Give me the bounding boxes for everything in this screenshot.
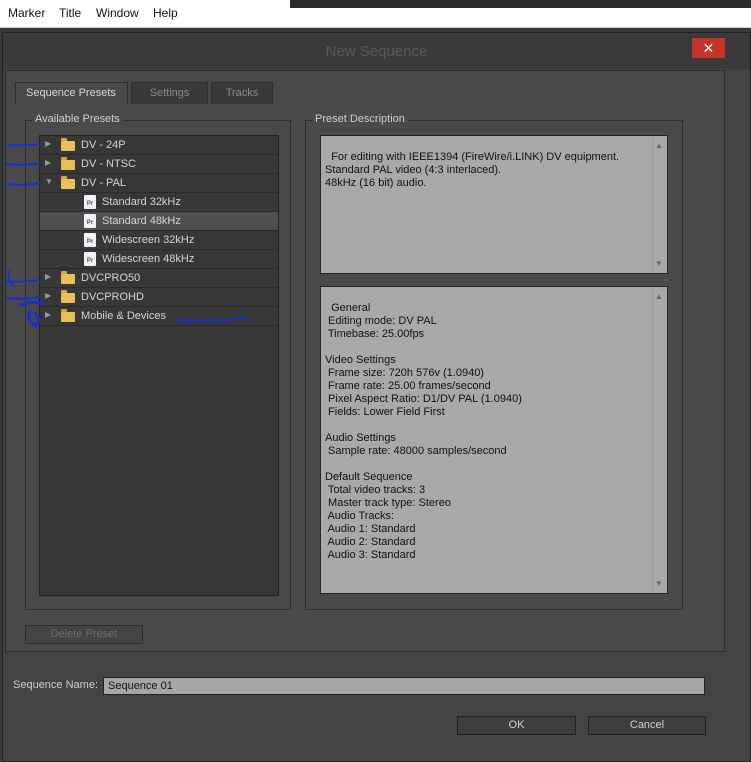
menu-help[interactable]: Help [153, 6, 178, 20]
tree-item-label: DV - 24P [81, 139, 126, 151]
tab-sequence-presets[interactable]: Sequence Presets [15, 82, 128, 104]
tree-item-label: Standard 32kHz [102, 196, 181, 208]
close-icon: ✕ [702, 40, 715, 56]
close-button[interactable]: ✕ [692, 38, 725, 58]
expand-arrow-icon[interactable]: ▶ [45, 139, 51, 148]
expand-arrow-icon[interactable]: ▶ [45, 158, 51, 167]
scroll-up-icon[interactable]: ▲ [655, 139, 663, 152]
folder-icon [61, 138, 75, 151]
scroll-down-icon[interactable]: ▼ [655, 257, 663, 270]
tree-item-label: DV - PAL [81, 177, 127, 189]
preset-description-label: Preset Description [312, 113, 408, 125]
tree-item-label: Standard 48kHz [102, 215, 181, 227]
tree-item-label: DVCPRO50 [81, 272, 141, 284]
tab-tracks[interactable]: Tracks [211, 82, 273, 104]
tree-item-label: Mobile & Devices [81, 310, 166, 322]
details-scrollbar[interactable]: ▲ ▼ [652, 288, 666, 592]
preset-file-icon: Pr [84, 233, 96, 247]
description-textbox[interactable]: For editing with IEEE1394 (FireWire/i.LI… [320, 135, 668, 274]
tree-preset-standard-32khz[interactable]: Pr Standard 32kHz [40, 193, 278, 212]
tab-settings[interactable]: Settings [131, 82, 208, 104]
tree-folder-mobile-devices[interactable]: ▶ Mobile & Devices [40, 307, 278, 326]
app-title-strip [290, 0, 751, 8]
menu-bar: Marker Title Window Help [0, 0, 751, 28]
expand-arrow-icon[interactable]: ▶ [45, 310, 51, 319]
menu-marker[interactable]: Marker [8, 6, 45, 20]
delete-preset-button[interactable]: Delete Preset [25, 625, 143, 644]
preset-file-icon: Pr [84, 252, 96, 266]
tree-item-label: DVCPROHD [81, 291, 144, 303]
expand-arrow-icon[interactable]: ▶ [45, 272, 51, 281]
menu-window[interactable]: Window [96, 6, 139, 20]
tree-item-label: Widescreen 48kHz [102, 253, 195, 265]
available-presets-label: Available Presets [32, 113, 123, 125]
tree-folder-dv-24p[interactable]: ▶ DV - 24P [40, 136, 278, 155]
preset-file-icon: Pr [84, 195, 96, 209]
scroll-down-icon[interactable]: ▼ [655, 577, 663, 590]
scroll-up-icon[interactable]: ▲ [655, 290, 663, 303]
folder-icon [61, 176, 75, 189]
tree-preset-widescreen-32khz[interactable]: Pr Widescreen 32kHz [40, 231, 278, 250]
tree-item-label: DV - NTSC [81, 158, 136, 170]
sequence-name-label: Sequence Name: [13, 679, 98, 691]
expand-arrow-icon[interactable]: ▶ [45, 291, 51, 300]
folder-icon [61, 271, 75, 284]
folder-icon [61, 290, 75, 303]
folder-icon [61, 157, 75, 170]
ok-button[interactable]: OK [457, 716, 576, 735]
tree-item-label: Widescreen 32kHz [102, 234, 195, 246]
presets-tree: ▶ DV - 24P ▶ DV - NTSC ▼ DV - PAL Pr Sta… [39, 135, 279, 596]
menu-title[interactable]: Title [59, 6, 81, 20]
description-text: For editing with IEEE1394 (FireWire/i.LI… [325, 151, 620, 189]
dialog-titlebar: New Sequence ✕ [3, 33, 750, 69]
preset-file-icon: Pr [84, 214, 96, 228]
folder-icon [61, 309, 75, 322]
sequence-name-input[interactable] [103, 677, 705, 695]
tree-preset-widescreen-48khz[interactable]: Pr Widescreen 48kHz [40, 250, 278, 269]
tree-folder-dvcprohd[interactable]: ▶ DVCPROHD [40, 288, 278, 307]
tree-folder-dv-ntsc[interactable]: ▶ DV - NTSC [40, 155, 278, 174]
details-textbox[interactable]: General Editing mode: DV PAL Timebase: 2… [320, 286, 668, 594]
tree-folder-dv-pal[interactable]: ▼ DV - PAL [40, 174, 278, 193]
dialog-title: New Sequence [325, 43, 428, 60]
description-scrollbar[interactable]: ▲ ▼ [652, 137, 666, 272]
tree-preset-standard-48khz[interactable]: Pr Standard 48kHz [40, 212, 278, 231]
collapse-arrow-icon[interactable]: ▼ [45, 177, 53, 186]
cancel-button[interactable]: Cancel [588, 716, 706, 735]
tree-folder-dvcpro50[interactable]: ▶ DVCPRO50 [40, 269, 278, 288]
details-text: General Editing mode: DV PAL Timebase: 2… [325, 302, 522, 561]
